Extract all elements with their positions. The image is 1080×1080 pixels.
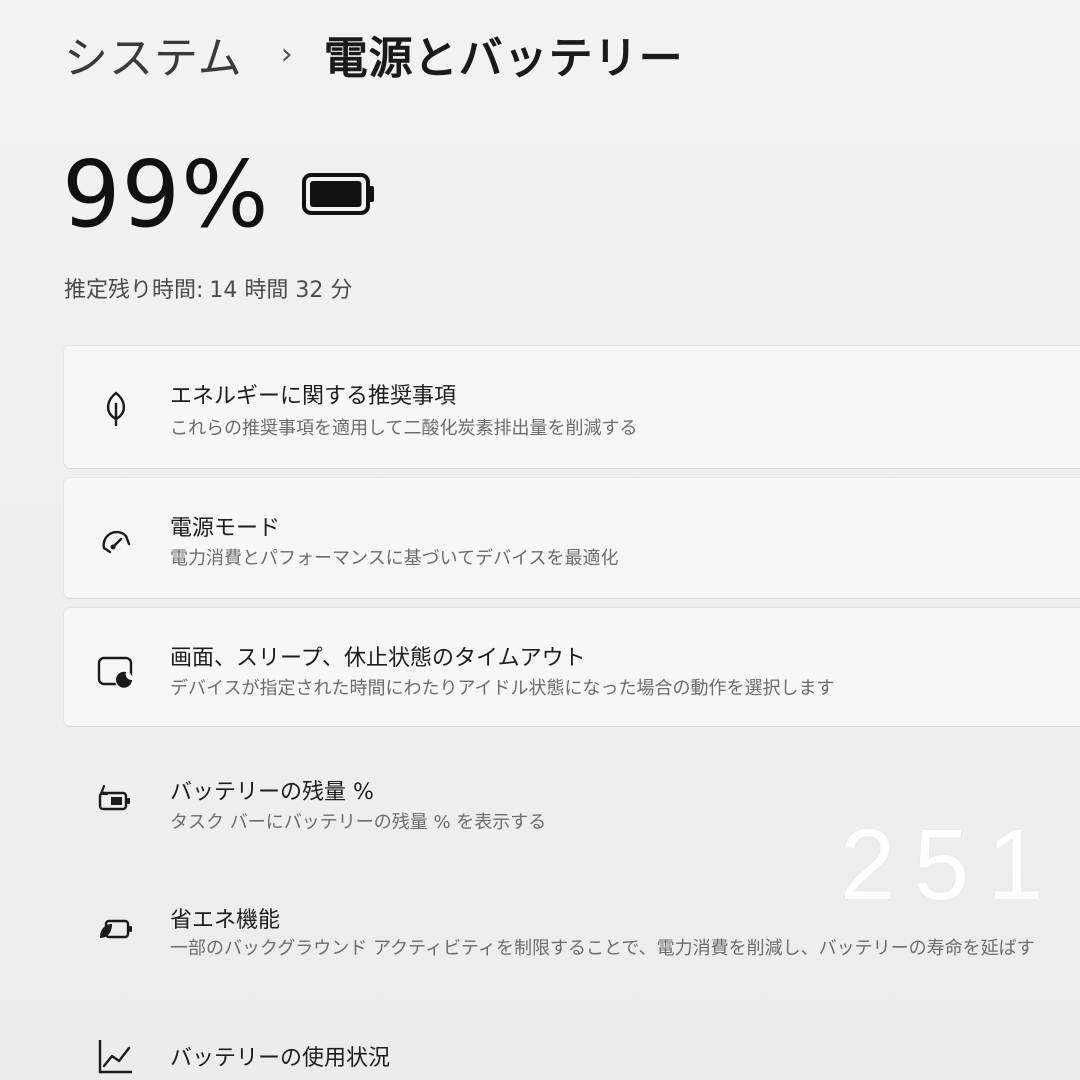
card-description: デバイスが指定された時間にわたりアイドル状態になった場合の動作を選択します [170, 678, 835, 699]
leaf-icon [106, 391, 126, 427]
card-description: 電力消費とパフォーマンスに基づいてデバイスを最適化 [170, 548, 619, 569]
power-mode-gauge-icon [102, 530, 131, 554]
battery-percent: 99% [62, 141, 270, 248]
card-description: これらの推奨事項を適用して二酸化炭素排出量を削減する [170, 418, 638, 439]
card-title: バッテリーの使用状況 [170, 1046, 391, 1071]
card-title: 画面、スリープ、休止状態のタイムアウト [170, 646, 586, 671]
battery-level-fill [310, 181, 362, 207]
screen-sleep-icon [97, 656, 133, 689]
card-title: 電源モード [170, 516, 281, 541]
usage-chart-icon [98, 1040, 132, 1074]
estimated-remaining-time: 推定残り時間: 14 時間 32 分 [64, 272, 352, 304]
battery-icon [302, 173, 374, 215]
card-description: タスク バーにバッテリーの残量 % を表示する [170, 812, 547, 833]
battery-usage-card[interactable]: バッテリーの使用状況 [64, 1012, 1080, 1080]
battery-saver-icon [100, 919, 132, 939]
breadcrumb: システム › 電源とバッテリー [64, 22, 684, 86]
battery-percentage-icon [98, 784, 130, 811]
screen-sleep-timeout-card[interactable]: 画面、スリープ、休止状態のタイムアウト デバイスが指定された時間にわたりアイドル… [64, 608, 1080, 726]
remaining-value: 14 時間 32 分 [209, 278, 353, 303]
card-title: 省エネ機能 [170, 908, 281, 933]
settings-window: システム › 電源とバッテリー 99% 推定残り時間: 14 時間 32 分 エ… [0, 0, 1080, 1080]
remaining-label: 推定残り時間: [64, 278, 204, 303]
card-description: 一部のバックグラウンド アクティビティを制限することで、電力消費を削減し、バッテ… [170, 938, 1035, 959]
page-title: 電源とバッテリー [323, 33, 684, 84]
card-title: バッテリーの残量 % [170, 780, 374, 805]
card-title: エネルギーに関する推奨事項 [170, 384, 457, 409]
overlay-number: 251 [840, 809, 1061, 921]
breadcrumb-system-link[interactable]: システム [64, 22, 243, 86]
breadcrumb-separator: › [280, 36, 294, 72]
power-mode-card[interactable]: 電源モード 電力消費とパフォーマンスに基づいてデバイスを最適化 [64, 478, 1080, 598]
energy-recommendations-card[interactable]: エネルギーに関する推奨事項 これらの推奨事項を適用して二酸化炭素排出量を削減する [64, 346, 1080, 468]
